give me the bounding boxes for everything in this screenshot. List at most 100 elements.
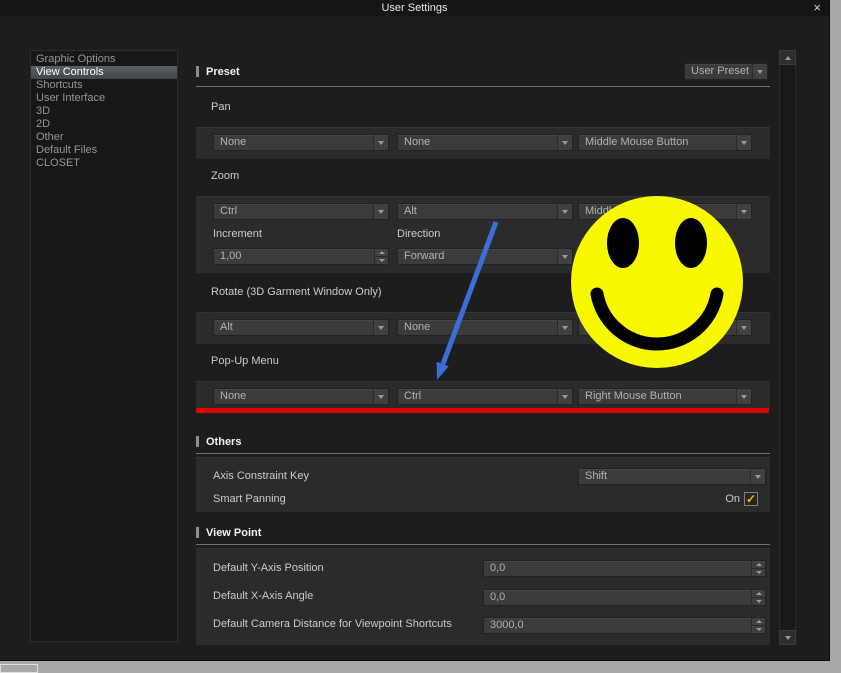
section-accent-bar xyxy=(196,436,199,447)
chevron-down-icon xyxy=(378,394,384,399)
chevron-down-icon xyxy=(755,600,762,603)
sidebar-item-other[interactable]: Other xyxy=(31,131,177,144)
spinner-value[interactable]: 0,0 xyxy=(484,561,751,576)
section-divider xyxy=(196,86,770,87)
dropdown-value: Right Mouse Button xyxy=(585,390,682,402)
dropdown-arrow-button[interactable] xyxy=(557,135,572,150)
view-point-section-header: View Point xyxy=(196,524,261,541)
scrollbar-up-button[interactable] xyxy=(779,50,796,65)
spinner-up-button[interactable] xyxy=(752,590,765,598)
dropdown-value: Alt xyxy=(220,321,233,333)
spinner-up-button[interactable] xyxy=(375,249,388,257)
user-settings-window: User Settings × Graphic Options View Con… xyxy=(0,0,830,661)
pan-label: Pan xyxy=(211,101,231,113)
spinner-up-button[interactable] xyxy=(752,561,765,569)
chevron-down-icon xyxy=(378,140,384,145)
dropdown-arrow-button[interactable] xyxy=(373,204,388,219)
chevron-down-icon xyxy=(741,140,747,145)
dropdown-value: None xyxy=(220,136,247,148)
dropdown-value: Ctrl xyxy=(220,205,238,217)
section-title: View Point xyxy=(206,526,262,539)
sidebar: Graphic Options View Controls Shortcuts … xyxy=(30,50,178,642)
dropdown-arrow-button[interactable] xyxy=(736,320,751,335)
default-y-position-spinner[interactable]: 0,0 xyxy=(483,560,766,577)
dropdown-value: None xyxy=(220,390,247,402)
default-camera-distance-spinner[interactable]: 3000,0 xyxy=(483,617,766,634)
chevron-up-icon xyxy=(784,55,791,60)
dropdown-arrow-button[interactable] xyxy=(373,320,388,335)
spinner-up-button[interactable] xyxy=(752,618,765,626)
spinner-down-button[interactable] xyxy=(752,626,765,633)
pan-modifier2-dropdown[interactable]: None xyxy=(397,134,573,151)
dropdown-arrow-button[interactable] xyxy=(557,249,572,264)
dropdown-arrow-button[interactable] xyxy=(557,389,572,404)
popup-modifier2-dropdown[interactable]: Ctrl xyxy=(397,388,573,405)
dropdown-value: None xyxy=(404,321,431,333)
rotate-modifier1-dropdown[interactable]: Alt xyxy=(213,319,389,336)
spinner-value[interactable]: 3000,0 xyxy=(484,618,751,633)
sidebar-item-shortcuts[interactable]: Shortcuts xyxy=(31,79,177,92)
rotate-mouse-dropdown[interactable] xyxy=(578,319,752,336)
dropdown-value: User Preset xyxy=(691,65,750,77)
dropdown-arrow-button[interactable] xyxy=(373,389,388,404)
dropdown-value: None xyxy=(404,136,431,148)
title-bar: User Settings × xyxy=(0,0,829,16)
smart-panning-checkbox[interactable]: ✓ xyxy=(744,492,758,506)
dropdown-arrow-button[interactable] xyxy=(557,320,572,335)
axis-constraint-dropdown[interactable]: Shift xyxy=(578,468,766,485)
close-icon[interactable]: × xyxy=(813,0,821,15)
popup-mouse-dropdown[interactable]: Right Mouse Button xyxy=(578,388,752,405)
dropdown-value: Shift xyxy=(585,470,608,482)
sidebar-item-user-interface[interactable]: User Interface xyxy=(31,92,177,105)
scrollbar-down-button[interactable] xyxy=(779,630,796,645)
zoom-modifier1-dropdown[interactable]: Ctrl xyxy=(213,203,389,220)
chevron-down-icon xyxy=(378,209,384,214)
dropdown-arrow-button[interactable] xyxy=(736,389,751,404)
scrollbar[interactable] xyxy=(779,50,796,645)
dropdown-arrow-button[interactable] xyxy=(752,64,767,79)
chevron-down-icon xyxy=(741,209,747,214)
spinner-value[interactable]: 1,00 xyxy=(214,249,374,264)
spinner-down-button[interactable] xyxy=(752,598,765,605)
spinner-down-button[interactable] xyxy=(375,257,388,264)
zoom-mouse-dropdown[interactable]: Middle Mouse Button xyxy=(578,203,752,220)
sidebar-item-default-files[interactable]: Default Files xyxy=(31,144,177,157)
dropdown-arrow-button[interactable] xyxy=(750,469,765,484)
direction-dropdown[interactable]: Forward xyxy=(397,248,573,265)
chevron-down-icon xyxy=(755,628,762,631)
dropdown-arrow-button[interactable] xyxy=(557,204,572,219)
section-accent-bar xyxy=(196,527,199,538)
chevron-down-icon xyxy=(378,259,385,262)
increment-spinner[interactable]: 1,00 xyxy=(213,248,389,265)
chevron-up-icon xyxy=(378,251,385,254)
smart-panning-label: Smart Panning xyxy=(213,493,286,505)
dropdown-value: Ctrl xyxy=(404,390,422,402)
rotate-modifier2-dropdown[interactable]: None xyxy=(397,319,573,336)
preset-section-header: Preset xyxy=(196,63,240,80)
partial-taskbar-button[interactable] xyxy=(0,664,38,673)
sidebar-item-graphic-options[interactable]: Graphic Options xyxy=(31,53,177,66)
chevron-down-icon xyxy=(741,325,747,330)
section-divider xyxy=(196,544,770,545)
spinner-down-button[interactable] xyxy=(752,569,765,576)
spinner-value[interactable]: 0,0 xyxy=(484,590,751,605)
pan-modifier1-dropdown[interactable]: None xyxy=(213,134,389,151)
dropdown-arrow-button[interactable] xyxy=(736,135,751,150)
pan-mouse-dropdown[interactable]: Middle Mouse Button xyxy=(578,134,752,151)
popup-modifier1-dropdown[interactable]: None xyxy=(213,388,389,405)
dropdown-arrow-button[interactable] xyxy=(736,204,751,219)
zoom-modifier2-dropdown[interactable]: Alt xyxy=(397,203,573,220)
section-title: Preset xyxy=(206,65,240,78)
popup-menu-label: Pop-Up Menu xyxy=(211,355,279,367)
dropdown-value: Middle Mouse Button xyxy=(585,136,689,148)
chevron-down-icon xyxy=(562,325,568,330)
sidebar-item-2d[interactable]: 2D xyxy=(31,118,177,131)
dropdown-arrow-button[interactable] xyxy=(373,135,388,150)
zoom-label: Zoom xyxy=(211,170,240,182)
default-x-angle-spinner[interactable]: 0,0 xyxy=(483,589,766,606)
sidebar-item-3d[interactable]: 3D xyxy=(31,105,177,118)
sidebar-item-view-controls[interactable]: View Controls xyxy=(31,66,177,79)
dropdown-value: Middle Mouse Button xyxy=(585,205,689,217)
sidebar-item-closet[interactable]: CLOSET xyxy=(31,157,177,170)
preset-selector[interactable]: User Preset xyxy=(684,63,768,80)
